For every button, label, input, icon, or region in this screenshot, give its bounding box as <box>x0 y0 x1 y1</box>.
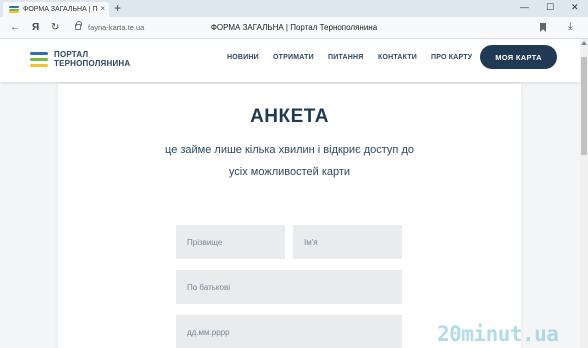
site-header: ПОРТАЛ ТЕРНОПОЛЯНИНА НОВИНИ ОТРИМАТИ ПИТ… <box>0 39 580 82</box>
scroll-thumb[interactable] <box>581 57 587 155</box>
logo-line-2: ТЕРНОПОЛЯНИНА <box>54 59 131 68</box>
birthdate-field[interactable] <box>176 315 402 348</box>
form-subtitle-line-2: усіх можливостей карти <box>228 166 351 178</box>
nav-item-get[interactable]: ОТРИМАТИ <box>273 54 314 61</box>
tab-title: ФОРМА ЗАГАЛЬНА | П <box>23 6 98 13</box>
site-favicon-icon <box>9 6 19 13</box>
download-icon[interactable]: ⤓ <box>568 21 572 32</box>
site-logo[interactable]: ПОРТАЛ ТЕРНОПОЛЯНИНА <box>30 50 130 68</box>
nav-item-news[interactable]: НОВИНИ <box>227 54 259 61</box>
page-scrollbar[interactable] <box>580 39 588 348</box>
name-input[interactable] <box>293 225 402 259</box>
watermark: 20minut.ua <box>437 322 559 346</box>
close-window-button[interactable]: ✕ <box>571 2 579 12</box>
page-title: ФОРМА ЗАГАЛЬНА | Портал Тернополянина <box>210 23 378 32</box>
scroll-up-arrow-icon[interactable] <box>581 41 587 45</box>
logo-text: ПОРТАЛ ТЕРНОПОЛЯНИНА <box>54 50 130 68</box>
browser-address-bar: ← Я ↻ fayna-karta.te.ua ФОРМА ЗАГАЛЬНА |… <box>0 17 588 39</box>
nav-item-questions[interactable]: ПИТАННЯ <box>328 54 364 61</box>
surname-input[interactable] <box>176 225 285 259</box>
form-subtitle-line-1: це займе лише кілька хвилин і відкриє до… <box>165 144 414 156</box>
browser-tab-bar: ФОРМА ЗАГАЛЬНА | П × + — ☐ ✕ <box>0 0 588 17</box>
maximize-button[interactable]: ☐ <box>546 2 554 12</box>
logo-line-1: ПОРТАЛ <box>54 50 89 59</box>
minimize-button[interactable]: — <box>520 2 529 12</box>
birthdate-input[interactable] <box>176 315 402 348</box>
name-field[interactable] <box>293 225 402 259</box>
my-card-button[interactable]: МОЯ КАРТА <box>480 45 557 69</box>
tab-close-icon[interactable]: × <box>100 5 105 13</box>
nav-item-about-card[interactable]: ПРО КАРТУ <box>431 54 472 61</box>
surname-field[interactable] <box>176 225 285 259</box>
form-card: АНКЕТА це займе лише кілька хвилин і від… <box>58 84 521 348</box>
logo-mark-icon <box>30 50 48 68</box>
new-tab-button[interactable]: + <box>114 2 121 14</box>
patronymic-field[interactable] <box>176 270 402 304</box>
patronymic-input[interactable] <box>176 270 402 304</box>
form-title: АНКЕТА <box>250 106 329 127</box>
browser-tab[interactable]: ФОРМА ЗАГАЛЬНА | П × <box>3 2 109 17</box>
website-viewport: ПОРТАЛ ТЕРНОПОЛЯНИНА НОВИНИ ОТРИМАТИ ПИТ… <box>0 39 580 348</box>
nav-item-contacts[interactable]: КОНТАКТИ <box>378 54 417 61</box>
